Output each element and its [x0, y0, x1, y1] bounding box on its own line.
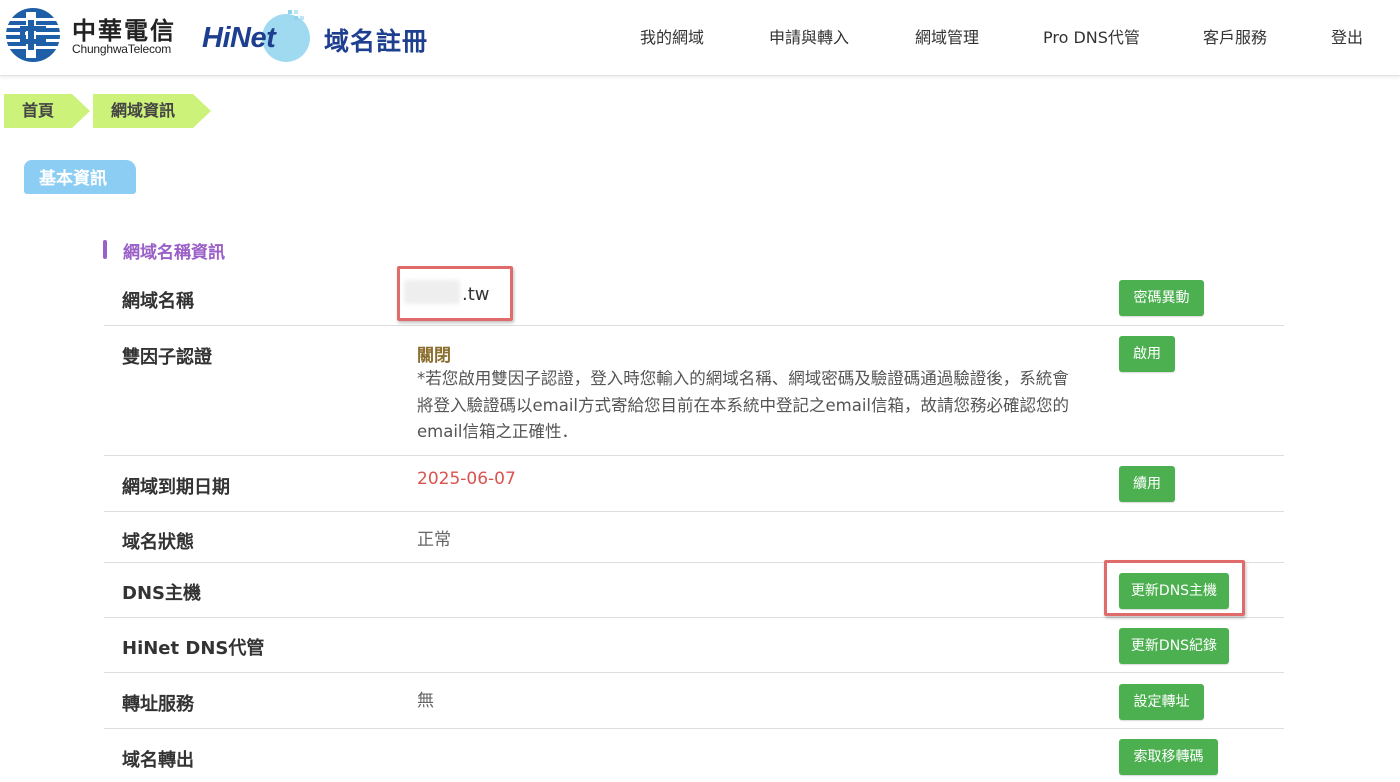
request-transfer-code-button[interactable]: 索取移轉碼	[1119, 739, 1218, 775]
row-label-status: 域名狀態	[122, 532, 194, 553]
update-dns-records-button[interactable]: 更新DNS紀錄	[1119, 628, 1229, 664]
row-label-hinet-dns: HiNet DNS代管	[122, 638, 265, 659]
breadcrumb-home[interactable]: 首頁	[4, 94, 90, 128]
expiry-date-value: 2025-06-07	[417, 469, 516, 489]
site-header: 中華電信 ChunghwaTelecom HiNet 域名註冊 我的網域 申請與…	[0, 0, 1400, 76]
nav-logout[interactable]: 登出	[1331, 24, 1363, 48]
nav-domain-management[interactable]: 網域管理	[915, 24, 979, 48]
row-label-two-factor: 雙因子認證	[122, 347, 212, 368]
row-domain-status: 域名狀態 正常	[104, 512, 1284, 563]
row-hinet-dns: HiNet DNS代管 更新DNS紀錄	[104, 618, 1284, 673]
nav-customer-service[interactable]: 客戶服務	[1203, 24, 1267, 48]
nav-pro-dns[interactable]: Pro DNS代管	[1043, 24, 1140, 48]
breadcrumb-current: 網域資訊	[93, 94, 211, 128]
change-password-button[interactable]: 密碼異動	[1119, 280, 1204, 316]
row-two-factor: 雙因子認證 關閉 *若您啟用雙因子認證，登入時您輸入的網域名稱、網域密碼及驗證碼…	[104, 326, 1284, 456]
domain-status-value: 正常	[417, 530, 451, 550]
dns-host-highlight-box	[1104, 560, 1245, 616]
renew-button[interactable]: 續用	[1119, 466, 1175, 502]
row-transfer-out: 域名轉出 索取移轉碼	[104, 729, 1284, 782]
row-domain-name: 網域名稱 .tw 密碼異動	[104, 270, 1284, 326]
chunghwa-name: 中華電信	[72, 17, 176, 45]
hinet-domain-logo[interactable]: HiNet 域名註冊	[200, 8, 430, 66]
hinet-subtitle: 域名註冊	[324, 27, 429, 56]
subsection-marker	[103, 240, 107, 259]
forwarding-value: 無	[417, 691, 434, 711]
row-label-domain-name: 網域名稱	[122, 291, 194, 312]
subsection-title: 網域名稱資訊	[123, 243, 225, 263]
row-label-forwarding: 轉址服務	[122, 694, 194, 715]
hinet-wordmark: HiNet	[202, 22, 276, 54]
row-label-expiry: 網域到期日期	[122, 477, 230, 498]
chunghwa-name-en: ChunghwaTelecom	[72, 42, 172, 56]
set-forwarding-button[interactable]: 設定轉址	[1119, 684, 1204, 720]
row-expiry-date: 網域到期日期 2025-06-07 續用	[104, 456, 1284, 512]
row-label-dns-host: DNS主機	[122, 583, 201, 604]
row-forwarding: 轉址服務 無 設定轉址	[104, 673, 1284, 729]
chunghwa-telecom-logo-icon[interactable]	[4, 6, 62, 64]
enable-two-factor-button[interactable]: 啟用	[1119, 336, 1175, 372]
row-label-transfer-out: 域名轉出	[122, 750, 194, 771]
two-factor-status: 關閉	[417, 346, 451, 366]
nav-my-domains[interactable]: 我的網域	[640, 24, 704, 48]
domain-highlight-box	[397, 266, 513, 321]
nav-apply-transfer[interactable]: 申請與轉入	[769, 24, 849, 48]
section-tab-basic-info[interactable]: 基本資訊	[24, 160, 136, 194]
two-factor-description: *若您啟用雙因子認證，登入時您輸入的網域名稱、網域密碼及驗證碼通過驗證後，系統會…	[417, 369, 1070, 441]
